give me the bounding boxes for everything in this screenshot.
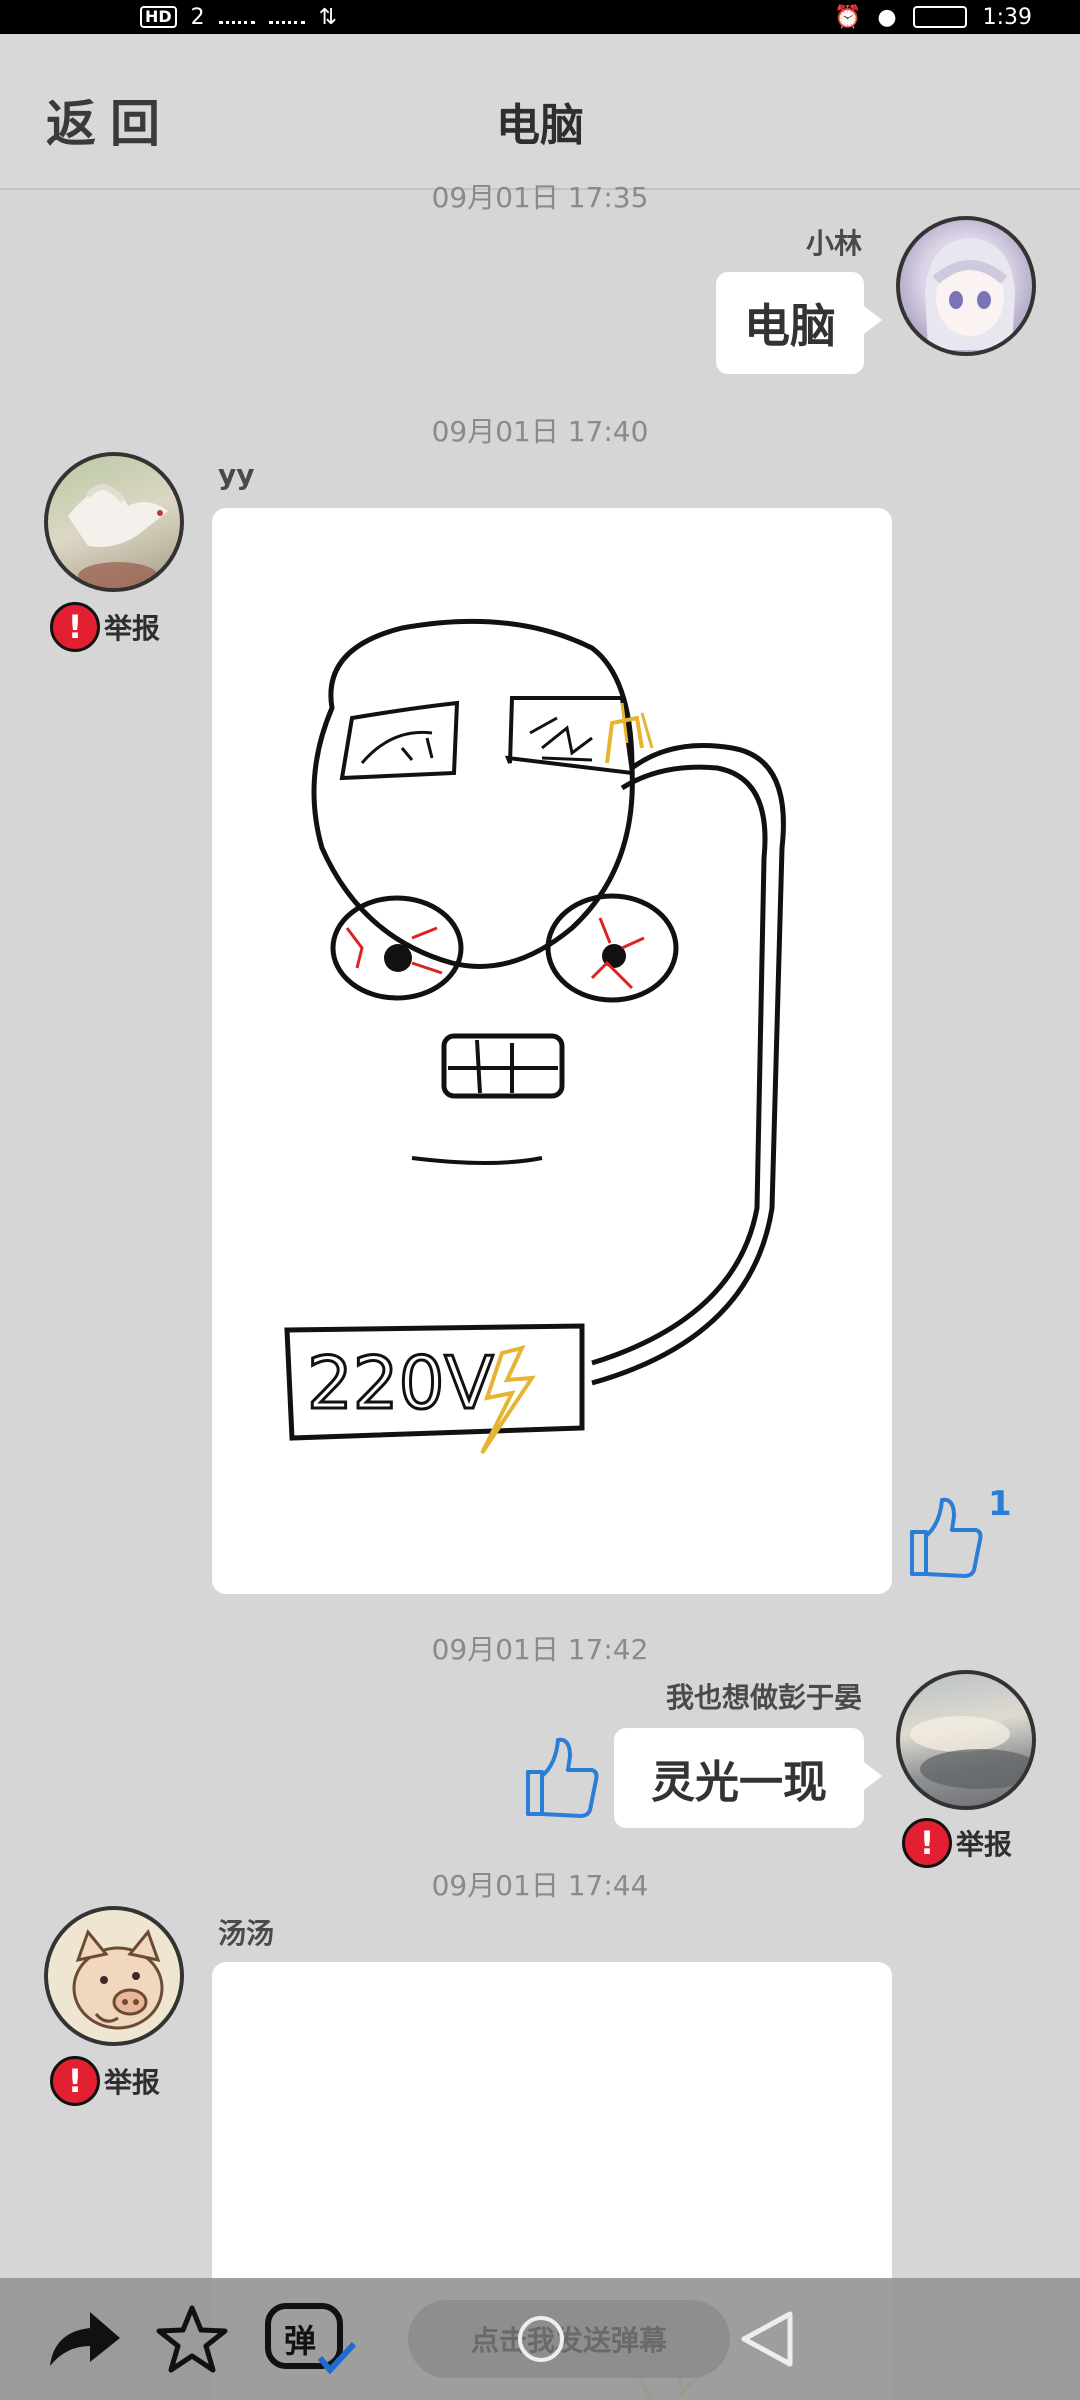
timestamp: 09月01日 17:44 <box>431 1869 649 1902</box>
danmaku-toggle[interactable]: 弹 <box>262 2300 362 2384</box>
message-bubble[interactable]: 灵光一现 <box>614 1728 882 1828</box>
share-arrow-icon <box>50 2312 120 2366</box>
report-label: 举报 <box>956 1828 1013 1861</box>
like-button[interactable] <box>904 1494 984 1582</box>
sim-number: 2 <box>190 4 205 30</box>
send-button[interactable] <box>736 2308 796 2374</box>
message-text: 灵光一现 <box>651 1757 827 1808</box>
pig-avatar-icon <box>72 1928 164 2030</box>
alert-icon: ! <box>50 602 100 652</box>
danmaku-char: 弹 <box>284 2322 316 2360</box>
avatar-xiaolin[interactable] <box>896 216 1036 356</box>
danmaku-placeholder: 点击我发送弹幕 <box>470 2324 667 2357</box>
report-button[interactable]: ! 举报 <box>50 2056 160 2106</box>
status-bar: HD 2 ⇅ ⏰ ● 1:39 <box>0 0 1080 34</box>
report-button[interactable]: ! 举报 <box>902 1818 1012 1868</box>
dove-avatar-icon <box>68 484 168 588</box>
sky-avatar-icon <box>910 1716 1032 1789</box>
image-message[interactable]: 220V <box>212 508 892 1594</box>
star-icon <box>156 2305 228 2373</box>
clock: 1:39 <box>982 4 1032 30</box>
sender-name: yy <box>218 458 255 491</box>
favorite-button[interactable] <box>154 2302 230 2382</box>
alert-icon: ! <box>50 2056 100 2106</box>
battery-icon <box>912 6 967 28</box>
anime-avatar-icon <box>925 238 1015 350</box>
avatar-tangtang[interactable] <box>44 1906 184 2046</box>
danmaku-icon: 弹 <box>265 2303 357 2375</box>
timestamp: 09月01日 17:40 <box>431 415 649 448</box>
wifi-icon: ⇅ <box>318 4 338 30</box>
hd-badge: HD <box>140 6 177 28</box>
danmaku-input[interactable]: 点击我发送弹幕 <box>408 2300 730 2378</box>
page-title: 电脑 <box>496 100 584 151</box>
report-label: 举报 <box>104 612 161 645</box>
report-button[interactable]: ! 举报 <box>50 602 160 652</box>
thumbs-up-icon <box>526 1737 599 1818</box>
timestamp: 09月01日 17:35 <box>431 181 649 214</box>
thumbs-up-icon <box>910 1497 983 1578</box>
message-bubble[interactable]: 电脑 <box>716 272 882 374</box>
back-triangle-icon <box>741 2311 793 2367</box>
message-text: 电脑 <box>744 299 836 353</box>
alert-icon: ! <box>902 1818 952 1868</box>
timestamp: 09月01日 17:42 <box>431 1633 649 1666</box>
voltage-label: 220V <box>307 1341 494 1425</box>
alarm-icon: ⏰ <box>833 4 862 30</box>
signal-icon <box>218 10 255 24</box>
sender-name: 我也想做彭于晏 <box>665 1681 862 1714</box>
signal-icon-2 <box>268 10 305 24</box>
like-button[interactable] <box>520 1734 600 1822</box>
like-count: 1 <box>988 1484 1012 1524</box>
header: 返回 电脑 <box>0 34 1080 190</box>
report-label: 举报 <box>104 2066 161 2099</box>
hd-label: HD <box>145 7 172 26</box>
share-button[interactable] <box>44 2306 124 2376</box>
drawing-image: 220V <box>284 618 786 1455</box>
home-gesture-icon[interactable] <box>518 2316 564 2362</box>
avatar-yy[interactable] <box>44 452 184 592</box>
sender-name: 小林 <box>805 227 862 260</box>
notification-icon: ● <box>877 4 897 30</box>
avatar-pengyuyan[interactable] <box>896 1670 1036 1810</box>
sender-name: 汤汤 <box>218 1917 275 1950</box>
